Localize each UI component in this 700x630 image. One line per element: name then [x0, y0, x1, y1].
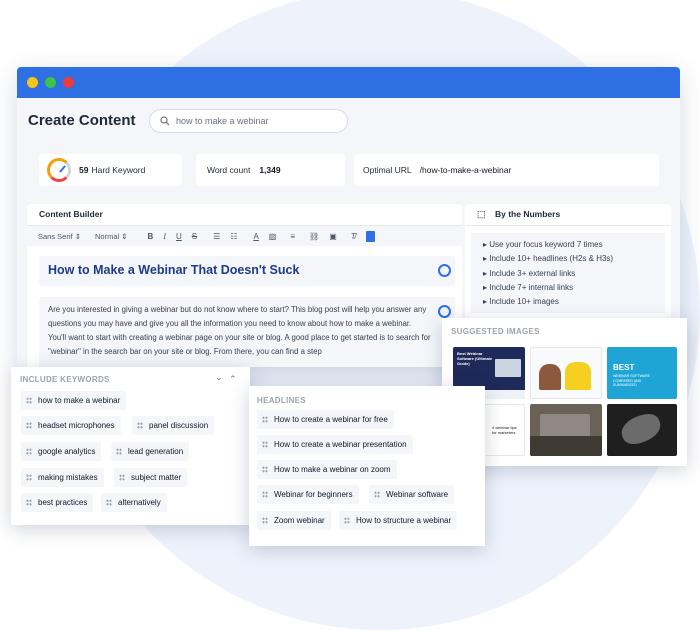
suggested-image-5[interactable] — [530, 404, 602, 456]
keyword-chip[interactable]: making mistakes — [21, 468, 104, 487]
maximize-dot[interactable] — [45, 77, 56, 88]
link-icon[interactable]: ⛓ — [309, 232, 319, 241]
drag-handle-icon[interactable] — [344, 517, 350, 524]
italic-icon[interactable]: I — [163, 232, 166, 241]
word-count-card: Word count 1,349 — [196, 154, 345, 186]
numbers-item: ▸ Include 10+ images — [483, 297, 559, 307]
drag-handle-icon[interactable] — [374, 491, 380, 498]
drag-handle-icon[interactable] — [26, 397, 32, 404]
content-builder-title: Content Builder — [27, 204, 462, 226]
text-color-icon[interactable]: A — [253, 232, 258, 241]
by-the-numbers-header: ⬚ By the Numbers — [465, 204, 671, 226]
keyword-difficulty-card: 59 Hard Keyword — [39, 154, 182, 186]
drag-handle-icon[interactable] — [26, 474, 32, 481]
keyword-chip[interactable]: panel discussion — [132, 416, 215, 435]
drag-handle-icon[interactable] — [262, 466, 268, 473]
by-the-numbers-title: By the Numbers — [495, 209, 561, 219]
document-icon[interactable] — [365, 230, 375, 242]
strikethrough-icon[interactable]: S — [192, 232, 197, 241]
underline-icon[interactable]: U — [176, 232, 182, 241]
include-keywords-panel: INCLUDE KEYWORDS ⌄ ⌃ how to make a webin… — [11, 367, 250, 525]
drag-handle-icon[interactable] — [106, 499, 112, 506]
optimal-url-label: Optimal URL — [363, 165, 412, 175]
align-icon[interactable]: ≡ — [290, 232, 295, 241]
article-title-field[interactable]: How to Make a Webinar That Doesn't Suck — [39, 256, 455, 286]
numbers-item: ▸ Include 10+ headlines (H2s & H3s) — [483, 254, 614, 264]
page-title: Create Content — [28, 112, 136, 129]
optimal-url-card: Optimal URL /how-to-make-a-webinar — [354, 154, 659, 186]
numbers-item: ▸ Use your focus keyword 7 times — [483, 240, 603, 249]
drag-handle-icon[interactable] — [116, 448, 122, 455]
word-count-label: Word count — [207, 165, 251, 175]
drag-handle-icon[interactable] — [26, 499, 32, 506]
editor-toolbar: Sans Serif ⇕ Normal ⇕ B I U S ☰ ☷ A ▨ ≡ … — [27, 226, 462, 246]
drag-handle-icon[interactable] — [119, 474, 125, 481]
include-keywords-title: INCLUDE KEYWORDS — [20, 375, 110, 384]
cursor-click-icon: ⬚ — [477, 209, 486, 219]
search-input[interactable]: how to make a webinar — [149, 109, 348, 133]
window-titlebar — [17, 67, 680, 98]
headlines-title: HEADLINES — [257, 396, 306, 405]
grammar-check-icon-body[interactable] — [438, 305, 451, 318]
collapse-icon[interactable]: ⌄ — [215, 372, 223, 383]
difficulty-value: 59 — [79, 165, 89, 175]
suggested-images-title: SUGGESTED IMAGES — [451, 327, 540, 336]
suggested-image-2[interactable] — [530, 347, 602, 399]
keyword-chip[interactable]: google analytics — [21, 442, 102, 461]
word-count-value: 1,349 — [259, 165, 281, 175]
headline-chip[interactable]: How to make a webinar on zoom — [257, 460, 397, 479]
bold-icon[interactable]: B — [148, 232, 154, 241]
headline-chip[interactable]: How to structure a webinar — [339, 511, 458, 530]
headlines-panel: HEADLINES How to create a webinar for fr… — [249, 386, 485, 546]
keyword-chip[interactable]: lead generation — [111, 442, 190, 461]
grammar-check-icon[interactable] — [438, 264, 451, 277]
keyword-chip[interactable]: best practices — [21, 493, 94, 512]
drag-handle-icon[interactable] — [262, 416, 268, 423]
clear-format-icon[interactable]: T̸ — [351, 232, 356, 241]
headline-chip[interactable]: Zoom webinar — [257, 511, 331, 530]
article-title: How to Make a Webinar That Doesn't Suck — [48, 263, 300, 277]
keyword-chip[interactable]: subject matter — [114, 468, 188, 487]
search-value: how to make a webinar — [176, 116, 269, 126]
headline-chip[interactable]: Webinar software — [369, 485, 455, 504]
image-1-title: Best Webinar Software (Ultimate Guide) — [457, 351, 493, 366]
drag-handle-icon[interactable] — [262, 441, 268, 448]
keyword-chip[interactable]: headset microphones — [21, 416, 121, 435]
headline-chip[interactable]: Webinar for beginners — [257, 485, 359, 504]
difficulty-gauge-icon — [47, 158, 71, 182]
content-builder-panel: Content Builder Sans Serif ⇕ Normal ⇕ B … — [27, 204, 462, 367]
article-body-editor[interactable]: Are you interested in giving a webinar b… — [39, 297, 455, 367]
drag-handle-icon[interactable] — [262, 517, 268, 524]
suggested-image-3[interactable]: BEST WEBINAR SOFTWARE COMPARED AND SUMMA… — [607, 347, 677, 399]
drag-handle-icon[interactable] — [26, 422, 32, 429]
optimal-url-value: /how-to-make-a-webinar — [419, 165, 512, 175]
image-icon[interactable]: ▣ — [329, 232, 337, 241]
image-3-subtitle: WEBINAR SOFTWARE COMPARED AND SUMMARIZED — [613, 374, 651, 387]
expand-icon[interactable]: ⌃ — [229, 374, 237, 385]
image-4-text: 4 webinar tips for marketers — [492, 425, 517, 435]
image-3-title: BEST — [613, 363, 635, 372]
font-size-select[interactable]: Normal ⇕ — [95, 232, 128, 241]
headline-chip[interactable]: How to create a webinar for free — [257, 410, 394, 429]
article-body-text: Are you interested in giving a webinar b… — [48, 305, 431, 356]
keyword-chip[interactable]: how to make a webinar — [21, 391, 127, 410]
close-dot[interactable] — [63, 77, 74, 88]
numbers-item: ▸ Include 7+ internal links — [483, 282, 574, 292]
difficulty-label: Hard Keyword — [91, 165, 146, 175]
drag-handle-icon[interactable] — [137, 422, 143, 429]
keyword-chip[interactable]: alternatively — [101, 493, 167, 512]
suggested-image-6[interactable] — [607, 404, 677, 456]
drag-handle-icon[interactable] — [262, 491, 268, 498]
drag-handle-icon[interactable] — [26, 448, 32, 455]
minimize-dot[interactable] — [27, 77, 38, 88]
font-family-select[interactable]: Sans Serif ⇕ — [38, 232, 81, 241]
numbers-item: ▸ Include 3+ external links — [483, 268, 576, 278]
headline-chip[interactable]: How to create a webinar presentation — [257, 435, 413, 454]
highlight-icon[interactable]: ▨ — [269, 232, 277, 241]
numbers-list: ▸ Use your focus keyword 7 times ▸ Inclu… — [471, 233, 665, 313]
ordered-list-icon[interactable]: ☰ — [213, 232, 220, 241]
search-icon — [160, 116, 170, 126]
bullet-list-icon[interactable]: ☷ — [230, 232, 237, 241]
